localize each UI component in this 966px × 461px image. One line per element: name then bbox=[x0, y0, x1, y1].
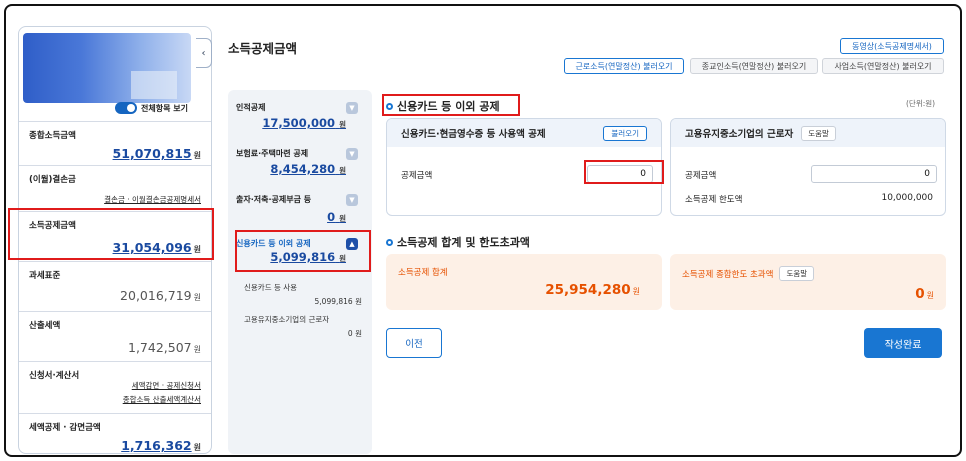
sidebar-item-value[interactable]: 1,716,362 원 bbox=[121, 438, 201, 453]
sidebar-item-loss[interactable]: (이월)결손금 결손금 · 이월결손금공제명세서 bbox=[19, 165, 211, 211]
credit-card-deduction-card: 신용카드·현금영수증 등 사용액 공제 불러오기 공제금액 0 bbox=[386, 118, 662, 216]
deduction-amount-label: 공제금액 bbox=[685, 171, 717, 181]
show-all-toggle-row[interactable]: 전체항목 보기 bbox=[115, 102, 188, 114]
sidebar-item-label: 세액공제 · 감면금액 bbox=[29, 423, 101, 433]
category-label: 보험료·주택마련 공제 bbox=[236, 149, 309, 158]
limit-excess-label-row: 소득공제 종합한도 초과액 도움말 bbox=[682, 266, 815, 281]
section-sum-title: 소득공제 합계 및 한도초과액 bbox=[386, 234, 530, 250]
sidebar-item-income-deduction[interactable]: 소득공제금액 31,054,096 원 bbox=[19, 211, 211, 261]
chevron-down-icon[interactable]: ▼ bbox=[346, 148, 358, 160]
category-value[interactable]: 0 원 bbox=[327, 210, 346, 224]
category-savings[interactable]: 출자·저축·공제부금 등 ▼ 0 원 bbox=[236, 194, 364, 234]
employment-retention-card: 고용유지중소기업의 근로자 도움말 공제금액 0 소득공제 한도액 10,000… bbox=[670, 118, 946, 216]
category-insurance-housing[interactable]: 보험료·주택마련 공제 ▼ 8,454,280 원 bbox=[236, 148, 364, 186]
deduction-amount-input[interactable]: 0 bbox=[587, 165, 653, 183]
category-value[interactable]: 17,500,000 원 bbox=[262, 116, 346, 130]
deduction-limit-value: 10,000,000 bbox=[881, 193, 933, 203]
show-all-toggle[interactable] bbox=[115, 102, 137, 114]
sub-credit-card-usage: 신용카드 등 사용 5,099,816 원 bbox=[244, 283, 362, 306]
card-title: 고용유지중소기업의 근로자 bbox=[685, 129, 794, 140]
deduction-limit-label: 소득공제 한도액 bbox=[685, 195, 743, 205]
sidebar: 전체항목 보기 종합소득금액 51,070,815 원 (이월)결손금 결손금 ·… bbox=[18, 26, 212, 454]
show-all-label: 전체항목 보기 bbox=[141, 103, 188, 113]
limit-excess-card: 소득공제 종합한도 초과액 도움말 0원 bbox=[670, 254, 946, 310]
sidebar-item-label: 과세표준 bbox=[29, 271, 61, 281]
chevron-down-icon[interactable]: ▼ bbox=[346, 102, 358, 114]
sidebar-item-tax-credit[interactable]: 세액공제 · 감면금액 1,716,362 원 bbox=[19, 413, 211, 453]
circle-bullet-icon bbox=[386, 102, 393, 110]
sidebar-item-label: 종합소득금액 bbox=[29, 131, 76, 141]
load-religious-income-button[interactable]: 종교인소득(연말정산) 불러오기 bbox=[690, 58, 818, 74]
deduction-sum-label: 소득공제 합계 bbox=[398, 268, 448, 278]
tax-calculation-link[interactable]: 종합소득 산출세액계산서 bbox=[123, 394, 201, 405]
app-window: 전체항목 보기 종합소득금액 51,070,815 원 (이월)결손금 결손금 ·… bbox=[4, 4, 962, 457]
sidebar-item-value: 20,016,719 원 bbox=[120, 288, 201, 303]
video-guide-button[interactable]: 동영상(소득공제명세서) bbox=[840, 38, 944, 54]
category-value[interactable]: 8,454,280 원 bbox=[270, 162, 346, 176]
sidebar-item-value[interactable]: 31,054,096 원 bbox=[113, 240, 201, 255]
chevron-up-icon[interactable]: ▲ bbox=[346, 238, 358, 250]
sidebar-item-label: 소득공제금액 bbox=[29, 221, 76, 231]
section-credit-card-title: 신용카드 등 이외 공제 bbox=[386, 98, 500, 114]
sidebar-item-applications[interactable]: 신청서·계산서 세액감면 · 공제신청서 종합소득 산출세액계산서 bbox=[19, 361, 211, 413]
help-button[interactable]: 도움말 bbox=[779, 266, 815, 281]
category-credit-card-etc[interactable]: 신용카드 등 이외 공제 ▲ 5,099,816 원 bbox=[236, 238, 364, 274]
reduction-application-link[interactable]: 세액감면 · 공제신청서 bbox=[132, 380, 201, 391]
sub-employment-retention: 고용유지중소기업의 근로자 0 원 bbox=[244, 315, 362, 338]
unit-note: (단위:원) bbox=[906, 99, 936, 108]
category-label: 출자·저축·공제부금 등 bbox=[236, 195, 312, 204]
circle-bullet-icon bbox=[386, 238, 393, 246]
sidebar-item-tax-base[interactable]: 과세표준 20,016,719 원 bbox=[19, 261, 211, 311]
limit-excess-value: 0원 bbox=[915, 286, 934, 302]
deduction-amount-label: 공제금액 bbox=[401, 171, 433, 181]
sidebar-item-value: 1,742,507 원 bbox=[128, 340, 201, 355]
category-value[interactable]: 5,099,816 원 bbox=[270, 250, 346, 264]
category-label: 신용카드 등 이외 공제 bbox=[236, 239, 311, 248]
sidebar-item-value[interactable]: 51,070,815 원 bbox=[113, 146, 201, 161]
deduction-category-panel: 인적공제 ▼ 17,500,000 원 보험료·주택마련 공제 ▼ 8,454,… bbox=[228, 90, 372, 454]
loss-statement-link[interactable]: 결손금 · 이월결손금공제명세서 bbox=[104, 194, 201, 205]
deduction-sum-card: 소득공제 합계 25,954,280 원 bbox=[386, 254, 662, 310]
category-label: 인적공제 bbox=[236, 103, 266, 112]
page-title: 소득공제금액 bbox=[228, 41, 298, 56]
complete-button[interactable]: 작성완료 bbox=[864, 328, 942, 358]
sidebar-item-calculated-tax[interactable]: 산출세액 1,742,507 원 bbox=[19, 311, 211, 361]
logo-image bbox=[23, 33, 191, 103]
card-title: 신용카드·현금영수증 등 사용액 공제 bbox=[401, 129, 546, 140]
sidebar-item-label: 산출세액 bbox=[29, 321, 61, 331]
load-card-data-button[interactable]: 불러오기 bbox=[603, 125, 647, 141]
load-earned-income-button[interactable]: 근로소득(연말정산) 불러오기 bbox=[564, 58, 684, 74]
load-business-income-button[interactable]: 사업소득(연말정산) 불러오기 bbox=[822, 58, 944, 74]
previous-button[interactable]: 이전 bbox=[386, 328, 442, 358]
help-button[interactable]: 도움말 bbox=[801, 125, 836, 141]
sidebar-item-label: (이월)결손금 bbox=[29, 175, 76, 185]
sidebar-collapse-button[interactable]: ‹ bbox=[196, 38, 212, 68]
retention-deduction-input[interactable]: 0 bbox=[811, 165, 937, 183]
chevron-down-icon[interactable]: ▼ bbox=[346, 194, 358, 206]
sidebar-item-total-income[interactable]: 종합소득금액 51,070,815 원 bbox=[19, 121, 211, 165]
chevron-left-icon: ‹ bbox=[201, 47, 206, 59]
category-personal[interactable]: 인적공제 ▼ 17,500,000 원 bbox=[236, 102, 364, 140]
deduction-sum-value: 25,954,280 원 bbox=[545, 282, 640, 298]
